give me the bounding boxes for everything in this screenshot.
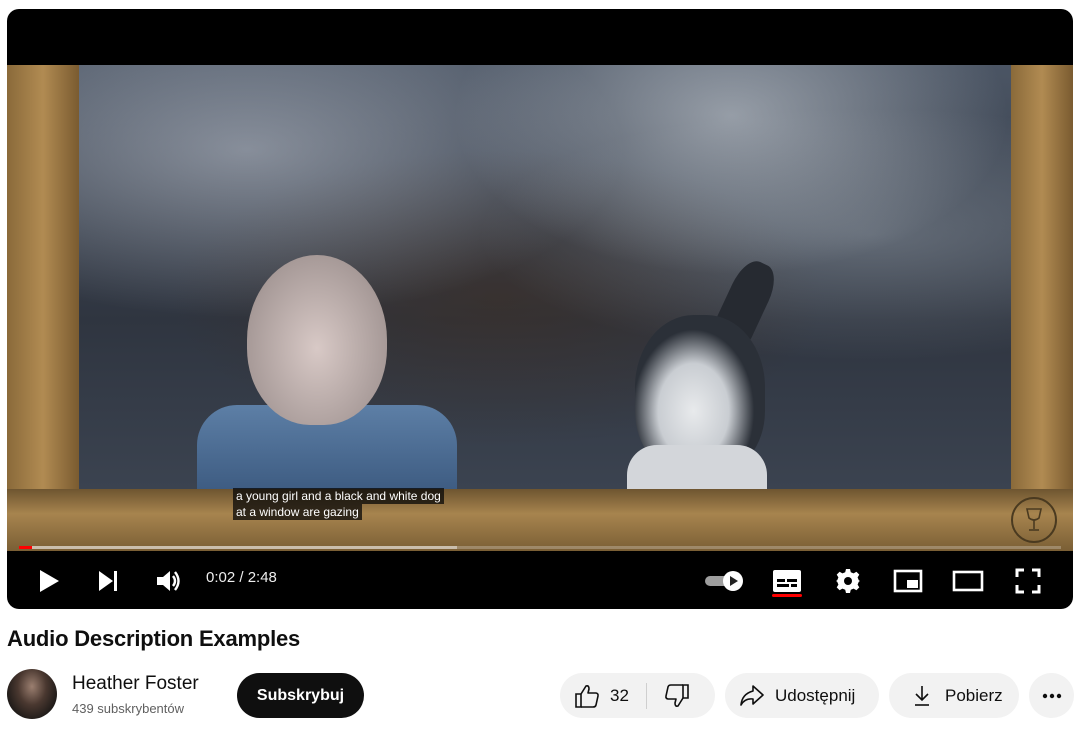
share-arrow-icon (740, 684, 764, 706)
volume-icon (157, 571, 180, 591)
subtitles-icon (773, 570, 801, 592)
more-actions-button[interactable] (1029, 673, 1074, 718)
player-controls: 0:02 / 2:48 (7, 555, 1073, 609)
window-frame-bottom (7, 489, 1073, 551)
dog-chest (627, 445, 767, 495)
fullscreen-button[interactable] (1010, 563, 1046, 599)
time-display: 0:02 / 2:48 (206, 569, 277, 586)
window-frame-right (1011, 65, 1073, 551)
download-label: Pobierz (945, 685, 1003, 705)
like-count: 32 (610, 685, 629, 705)
download-icon (915, 685, 929, 706)
download-button[interactable]: Pobierz (889, 673, 1019, 718)
channel-avatar[interactable] (7, 669, 57, 719)
share-label: Udostępnij (775, 685, 856, 705)
volume-button[interactable] (151, 563, 187, 599)
theater-mode-button[interactable] (950, 563, 986, 599)
played-bar (19, 546, 32, 549)
more-horizontal-icon (1042, 693, 1061, 698)
subscriber-count: 439 subskrybentów (72, 701, 185, 716)
like-dislike-group: 32 (560, 673, 715, 718)
theater-mode-icon (952, 570, 984, 592)
caption-overlay: a young girl and a black and white dog a… (233, 488, 444, 520)
like-button[interactable]: 32 (560, 673, 647, 718)
play-icon (40, 570, 59, 592)
buffered-bar (19, 546, 457, 549)
next-button[interactable] (91, 563, 127, 599)
girl-face (247, 255, 387, 425)
miniplayer-button[interactable] (890, 563, 926, 599)
miniplayer-icon (893, 569, 923, 593)
play-button[interactable] (31, 563, 67, 599)
thumbs-down-icon (665, 683, 689, 707)
channel-name[interactable]: Heather Foster (72, 673, 199, 695)
subtitles-active-indicator (772, 594, 802, 597)
fullscreen-icon (1015, 568, 1041, 594)
subscribe-button[interactable]: Subskrybuj (237, 673, 364, 718)
wine-glass-watermark-icon (1011, 497, 1057, 543)
thumbs-up-icon (575, 684, 599, 708)
dislike-button[interactable] (647, 673, 707, 718)
settings-button[interactable] (830, 563, 866, 599)
video-frame[interactable] (7, 65, 1073, 551)
caption-line: at a window are gazing (233, 504, 362, 520)
video-player[interactable]: a young girl and a black and white dog a… (7, 9, 1073, 609)
autoplay-toggle-icon (705, 571, 743, 591)
window-frame-left (7, 65, 79, 551)
autoplay-toggle[interactable] (703, 563, 747, 599)
skip-next-icon (99, 571, 117, 591)
gear-icon (836, 569, 860, 593)
caption-line: a young girl and a black and white dog (233, 488, 444, 504)
video-title: Audio Description Examples (7, 626, 301, 651)
share-button[interactable]: Udostępnij (725, 673, 879, 718)
progress-bar[interactable] (19, 546, 1061, 549)
